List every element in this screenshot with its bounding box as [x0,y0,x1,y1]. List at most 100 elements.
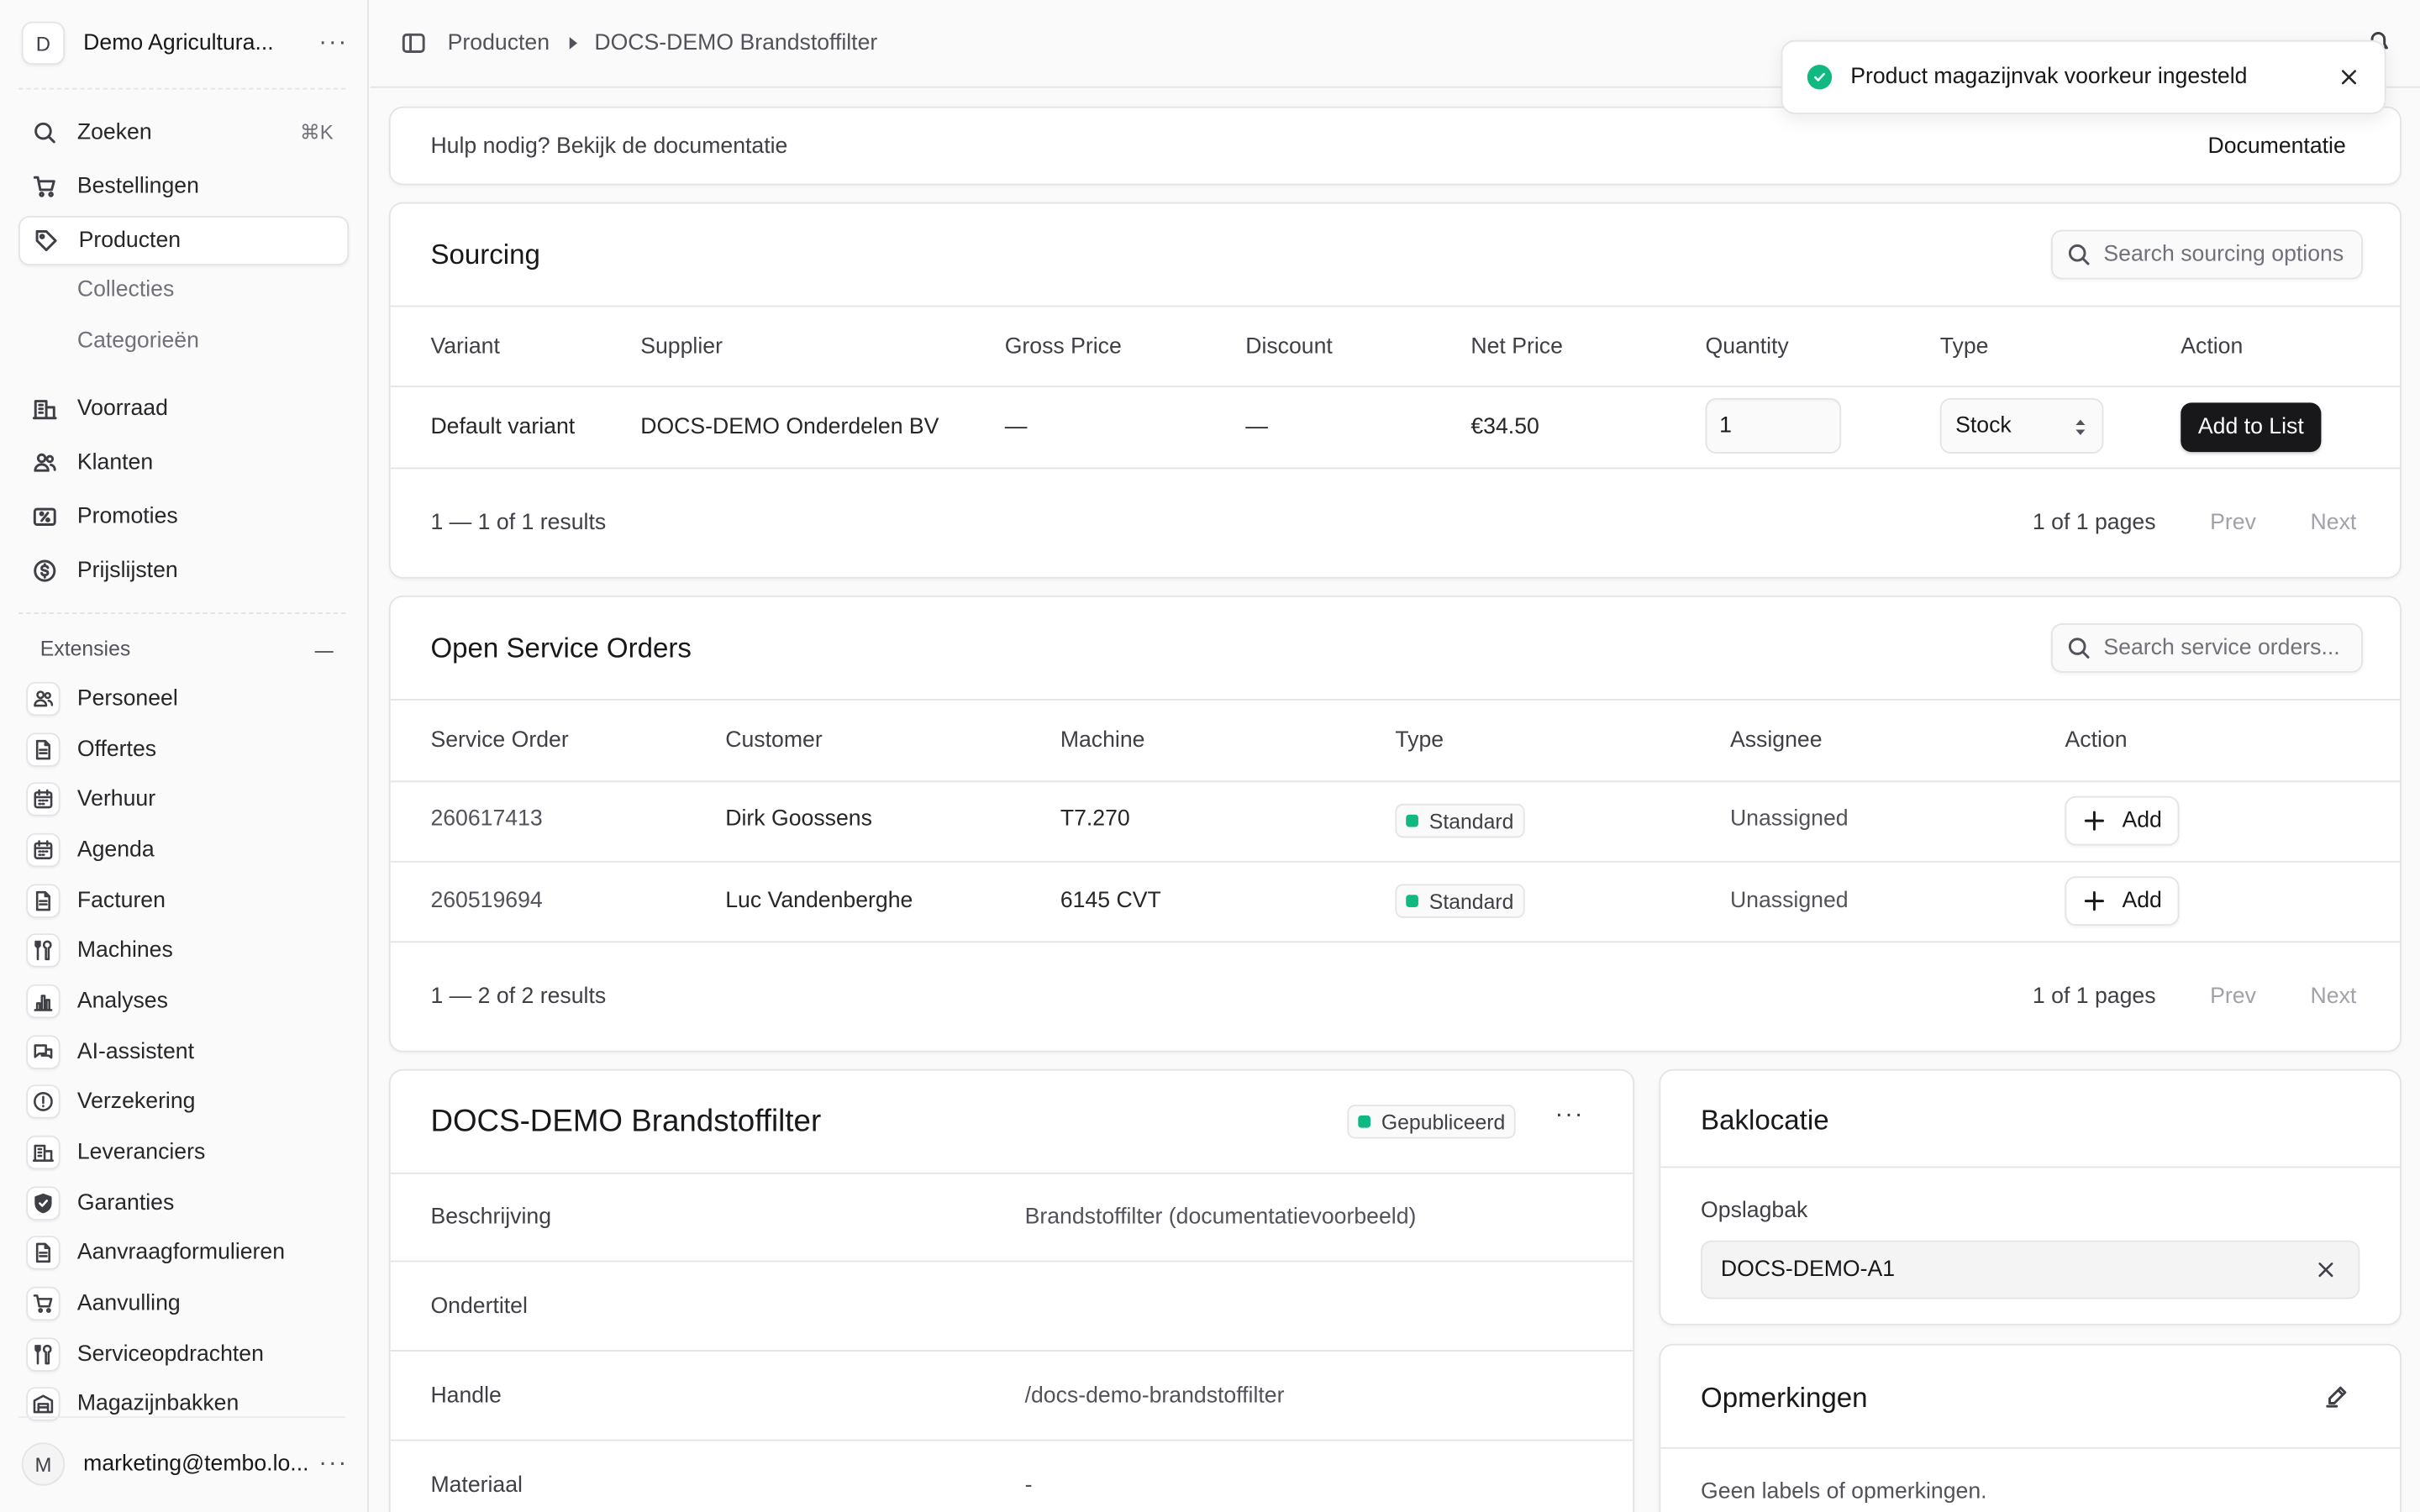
cart-icon [33,176,55,197]
sidebar-ext-label: Verhuur [76,786,156,812]
breadcrumb-producten[interactable]: Producten [448,31,550,55]
search-shortcut: ⌘K [299,120,334,144]
divider [390,1172,1634,1174]
sidebar-ext-facturen[interactable]: Facturen [26,879,350,922]
sidebar-ext-label: Personeel [76,686,178,711]
divider [390,860,2401,863]
field-value: - [1024,1473,1033,1499]
more-icon[interactable]: ··· [1555,1102,1586,1126]
edit-icon[interactable] [2324,1384,2349,1409]
sidebar-ext-garanties[interactable]: Garanties [26,1182,350,1225]
status-badge-label: Gepubliceerd [1381,1110,1506,1134]
select-arrows-icon [2075,419,2086,435]
page-count: 1 of 1 pages [2032,984,2156,1010]
breadcrumb-separator-icon [569,37,578,50]
sidebar-ext-label: Machines [76,937,173,963]
sidebar-ext-aanvraagformulieren[interactable]: Aanvraagformulieren [26,1231,350,1274]
search-icon [2068,244,2090,265]
sidebar-item-prijslijsten[interactable]: Prijslijsten [18,546,349,596]
user-menu-icon[interactable]: ··· [318,1451,349,1475]
sidebar-ext-ai-assistent[interactable]: AI-assistent [26,1031,350,1074]
col-action: Action [2181,334,2244,360]
results-count: 1 — 2 of 2 results [430,984,607,1010]
net-price-cell: €34.50 [1470,415,1539,440]
calendar-icon [34,789,53,809]
quantity-input[interactable]: 1 [1705,397,1842,454]
sidebar-ext-offertes[interactable]: Offertes [26,728,350,771]
sidebar-item-label: Producten [78,228,182,254]
sidebar-search[interactable]: Zoeken ⌘K [18,108,349,158]
warehouse-icon [33,1394,54,1414]
sidebar-search-label: Zoeken [76,120,152,145]
notes-empty-text: Geen labels of opmerkingen. [1701,1479,1987,1504]
sidebar-item-bestellingen[interactable]: Bestellingen [18,162,349,212]
add-service-order-button[interactable]: Add [2065,876,2180,927]
sidebar: D Demo Agricultura... ··· Zoeken ⌘K Best… [0,0,369,1512]
col-net-price: Net Price [1470,334,1563,360]
service-order-cell: 260617413 [430,806,543,832]
search-icon [2068,638,2090,659]
user-email: marketing@tembo.lo... [83,1452,309,1477]
extensions-header[interactable]: Extensies [40,638,334,660]
field-label: Materiaal [430,1473,523,1499]
status-badge: Standard [1395,803,1525,838]
sourcing-search-input[interactable]: Search sourcing options [2050,229,2363,280]
calendar-icon [34,840,53,859]
customer-cell: Luc Vandenberghe [725,888,913,914]
add-to-list-button[interactable]: Add to List [2181,402,2322,453]
sidebar-ext-leveranciers[interactable]: Leveranciers [26,1131,350,1173]
sidebar-ext-verhuur[interactable]: Verhuur [26,778,350,821]
divider [1660,1446,2401,1449]
next-button[interactable]: Next [2311,984,2357,1009]
sidebar-ext-verzekering[interactable]: Verzekering [26,1080,350,1123]
shield-check-icon [34,1193,52,1214]
type-select[interactable]: Stock [1939,397,2104,454]
sidebar-item-klanten[interactable]: Klanten [18,438,349,488]
sidebar-ext-serviceopdrachten[interactable]: Serviceopdrachten [26,1333,350,1376]
prev-button[interactable]: Prev [2210,984,2256,1009]
store-menu-icon[interactable]: ··· [318,30,349,55]
col-customer: Customer [725,727,823,753]
sidebar-ext-label: Garanties [76,1190,175,1216]
col-assignee: Assignee [1729,727,1823,753]
sidebar-ext-agenda[interactable]: Agenda [26,828,350,871]
field-value: /docs-demo-brandstoffilter [1024,1383,1285,1409]
sidebar-subitem-categorieen[interactable]: Categorieën [77,328,199,353]
storage-bin-field[interactable]: DOCS-DEMO-A1 [1701,1240,2360,1299]
sidebar-ext-analyses[interactable]: Analyses [26,979,350,1022]
tools-icon [34,1344,52,1365]
divider [390,941,2401,943]
prev-button[interactable]: Prev [2210,511,2256,535]
cart-icon [33,1294,53,1313]
next-button[interactable]: Next [2311,511,2357,535]
add-service-order-button[interactable]: Add [2065,795,2180,846]
sidebar-item-producten[interactable]: Producten [18,216,350,265]
col-service-order: Service Order [430,727,569,753]
sidebar-ext-personeel[interactable]: Personeel [26,677,350,720]
sidebar-item-voorraad[interactable]: Voorraad [18,384,349,433]
chat-bubbles-icon [34,1044,53,1059]
sidebar-ext-label: Aanvraagformulieren [76,1240,286,1266]
search-icon [34,122,55,144]
sidebar-ext-machines[interactable]: Machines [26,929,350,972]
sidebar-item-promoties[interactable]: Promoties [18,492,349,542]
sidebar-toggle-icon[interactable] [402,31,426,55]
close-icon[interactable] [2338,66,2360,88]
close-icon[interactable] [2315,1259,2337,1281]
sidebar-ext-magazijnbakken[interactable]: Magazijnbakken [26,1383,350,1425]
divider [18,87,346,90]
status-badge: Standard [1395,884,1525,918]
service-orders-search-input[interactable]: Search service orders... [2050,623,2363,673]
collapse-icon[interactable] [314,651,334,660]
sidebar-ext-aanvulling[interactable]: Aanvulling [26,1282,350,1325]
success-toast: Product magazijnvak voorkeur ingesteld [1781,39,2386,114]
user-menu[interactable]: M marketing@tembo.lo... ··· [21,1440,349,1489]
store-switcher[interactable]: D Demo Agricultura... ··· [21,18,349,68]
exclamation-circle-icon [34,1091,53,1111]
documentation-link[interactable]: Documentatie [2207,134,2345,159]
plus-icon [2084,811,2104,831]
sidebar-subitem-collecties[interactable]: Collecties [77,278,174,302]
col-machine: Machine [1060,727,1145,753]
status-badge-label: Standard [1428,809,1514,832]
notes-card: Opmerkingen Geen labels of opmerkingen. [1659,1343,2402,1512]
